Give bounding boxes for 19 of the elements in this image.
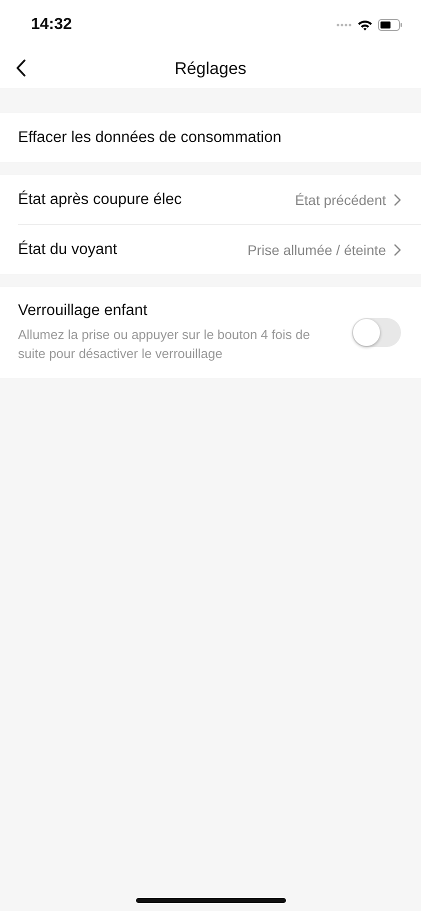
screen-title: Réglages (174, 59, 246, 79)
row-description: Allumez la prise ou appuyer sur le bouton 4 fois de suite pour désactiver le verrouillage (18, 326, 311, 363)
chevron-right-icon (394, 244, 401, 256)
battery-icon (378, 19, 403, 31)
wifi-icon (357, 19, 373, 31)
back-chevron-icon[interactable] (16, 59, 26, 77)
row-label: État après coupure élec (18, 190, 183, 208)
status-time: 14:32 (31, 16, 72, 34)
signal-icon (336, 23, 352, 27)
settings-row[interactable]: État du voyant Prise allumée / éteinte (18, 224, 421, 274)
row-label: Verrouillage enfant (18, 302, 148, 320)
settings-row[interactable]: Effacer les données de consommation (0, 113, 421, 162)
settings-row[interactable]: État après coupure élec État précédent (0, 175, 421, 224)
row-value: État précédent (294, 192, 386, 208)
toggle-switch[interactable] (352, 318, 401, 347)
row-label: État du voyant (18, 240, 118, 258)
row-label: Effacer les données de consommation (18, 128, 282, 146)
chevron-right-icon (394, 194, 401, 206)
row-value: Prise allumée / éteinte (247, 242, 386, 258)
